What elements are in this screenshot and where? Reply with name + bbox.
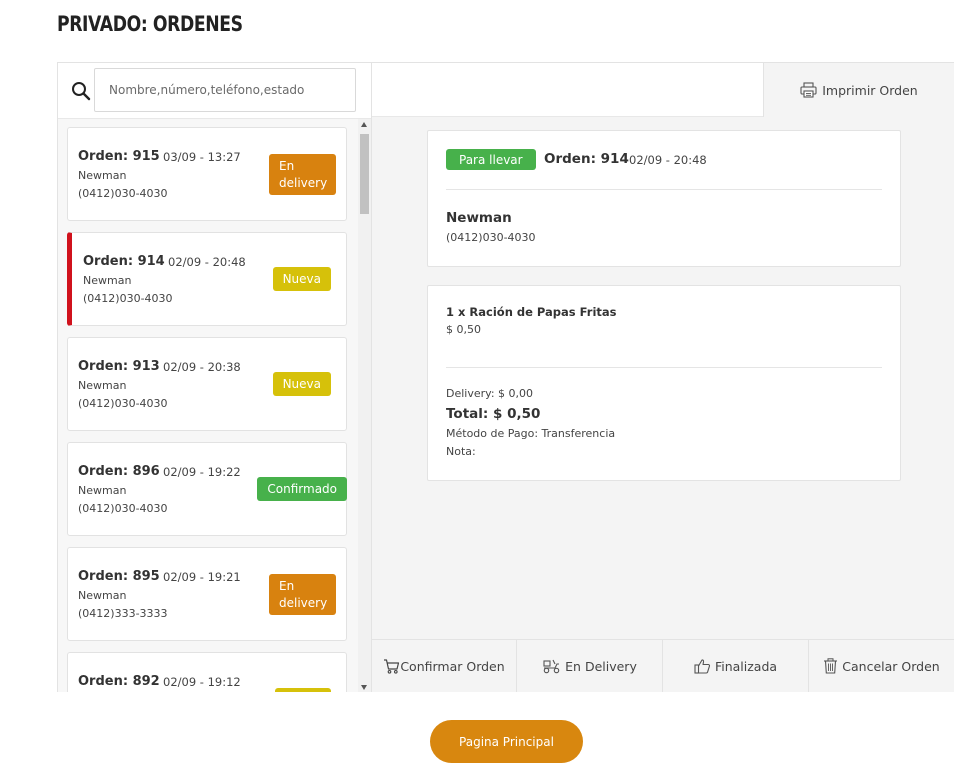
order-customer-name: Newman [78, 589, 127, 602]
order-date: 02/09 - 19:21 [163, 570, 241, 584]
en-delivery-label: En Delivery [565, 658, 637, 674]
cart-icon [383, 658, 400, 674]
status-badge: Nueva [272, 372, 331, 396]
order-actions-bar: Confirmar Orden En Delivery Finalizada C… [372, 639, 954, 692]
order-card-896[interactable]: Orden: 896 02/09 - 19:22 Newman (0412)03… [67, 442, 347, 536]
order-number: Orden: 915 [78, 149, 160, 164]
order-card-913[interactable]: Orden: 913 02/09 - 20:38 Newman (0412)03… [67, 337, 347, 431]
thumbs-up-icon [694, 658, 711, 674]
order-customer-phone: (0412)030-4030 [78, 502, 168, 515]
order-customer-name: Newman [78, 169, 127, 182]
home-page-button[interactable]: Pagina Principal [430, 720, 583, 763]
delivery-cost: Delivery: $ 0,00 [446, 387, 534, 400]
order-date: 02/09 - 20:38 [163, 360, 241, 374]
order-customer-phone: (0412)030-4030 [78, 187, 168, 200]
search-input[interactable] [94, 68, 356, 112]
printer-icon [800, 82, 817, 98]
order-detail-panel: Para llevar Orden: 914 02/09 - 20:48 New… [372, 117, 954, 639]
confirm-order-button[interactable]: Confirmar Orden [372, 640, 517, 692]
divider [446, 189, 882, 190]
order-customer-phone: (0412)333-3333 [78, 607, 168, 620]
order-card-914[interactable]: Orden: 914 02/09 - 20:48 Newman (0412)03… [67, 232, 347, 326]
page-title: PRIVADO: ORDENES [57, 12, 243, 36]
order-date: 02/09 - 19:22 [163, 465, 241, 479]
scroll-down-arrow-icon[interactable] [361, 685, 367, 690]
detail-customer-name: Newman [446, 210, 512, 226]
order-date: 02/09 - 19:12 [163, 675, 241, 689]
print-order-button[interactable]: Imprimir Orden [763, 63, 954, 117]
finalizada-button[interactable]: Finalizada [663, 640, 809, 692]
payment-method: Método de Pago: Transferencia [446, 427, 616, 440]
search-icon[interactable] [70, 80, 92, 102]
order-date: 03/09 - 13:27 [163, 150, 241, 164]
search-bar [58, 63, 371, 119]
order-number: Orden: 913 [78, 359, 160, 374]
order-item-price: $ 0,50 [446, 323, 481, 336]
trash-icon [823, 658, 838, 674]
order-number: Orden: 895 [78, 569, 160, 584]
status-badge: Confirmado [257, 477, 347, 501]
order-customer-phone: (0412)030-4030 [78, 397, 168, 410]
scroll-up-arrow-icon[interactable] [361, 122, 367, 127]
status-badge: Nueva [272, 267, 331, 291]
cancel-order-label: Cancelar Orden [842, 658, 940, 674]
order-card-892[interactable]: Orden: 892 02/09 - 19:12 [67, 652, 347, 692]
order-customer-phone: (0412)030-4030 [83, 292, 173, 305]
scrollbar-thumb[interactable] [360, 134, 369, 214]
status-badge: En delivery [269, 154, 336, 195]
print-order-label: Imprimir Orden [822, 82, 918, 98]
order-item-name: 1 x Ración de Papas Fritas [446, 305, 617, 319]
order-customer-name: Newman [78, 484, 127, 497]
detail-toolbar: Imprimir Orden [372, 62, 954, 117]
orders-panel: Orden: 915 03/09 - 13:27 Newman (0412)03… [57, 62, 372, 692]
detail-customer-phone: (0412)030-4030 [446, 231, 536, 244]
order-customer-name: Newman [83, 274, 132, 287]
delivery-scooter-icon [542, 658, 561, 674]
finalizada-label: Finalizada [714, 658, 778, 674]
divider [446, 367, 882, 368]
order-date: 02/09 - 20:48 [168, 255, 246, 269]
order-note: Nota: [446, 445, 476, 458]
order-items-card: 1 x Ración de Papas Fritas $ 0,50 Delive… [427, 285, 901, 481]
order-number: Orden: 914 [83, 254, 165, 269]
order-header-card: Para llevar Orden: 914 02/09 - 20:48 New… [427, 130, 901, 267]
order-type-badge: Para llevar [446, 149, 536, 170]
order-list: Orden: 915 03/09 - 13:27 Newman (0412)03… [58, 119, 358, 692]
cancel-order-button[interactable]: Cancelar Orden [809, 640, 954, 692]
order-customer-name: Newman [78, 379, 127, 392]
confirm-order-label: Confirmar Orden [400, 658, 505, 674]
status-badge [275, 688, 331, 692]
status-badge: En delivery [269, 574, 336, 615]
order-number: Orden: 892 [78, 674, 160, 689]
order-total: Total: $ 0,50 [446, 406, 541, 422]
order-number: Orden: 896 [78, 464, 160, 479]
order-list-scrollbar[interactable] [358, 119, 371, 692]
detail-order-date: 02/09 - 20:48 [629, 153, 707, 167]
order-card-915[interactable]: Orden: 915 03/09 - 13:27 Newman (0412)03… [67, 127, 347, 221]
en-delivery-button[interactable]: En Delivery [517, 640, 663, 692]
detail-order-number: Orden: 914 [544, 151, 629, 167]
order-card-895[interactable]: Orden: 895 02/09 - 19:21 Newman (0412)33… [67, 547, 347, 641]
